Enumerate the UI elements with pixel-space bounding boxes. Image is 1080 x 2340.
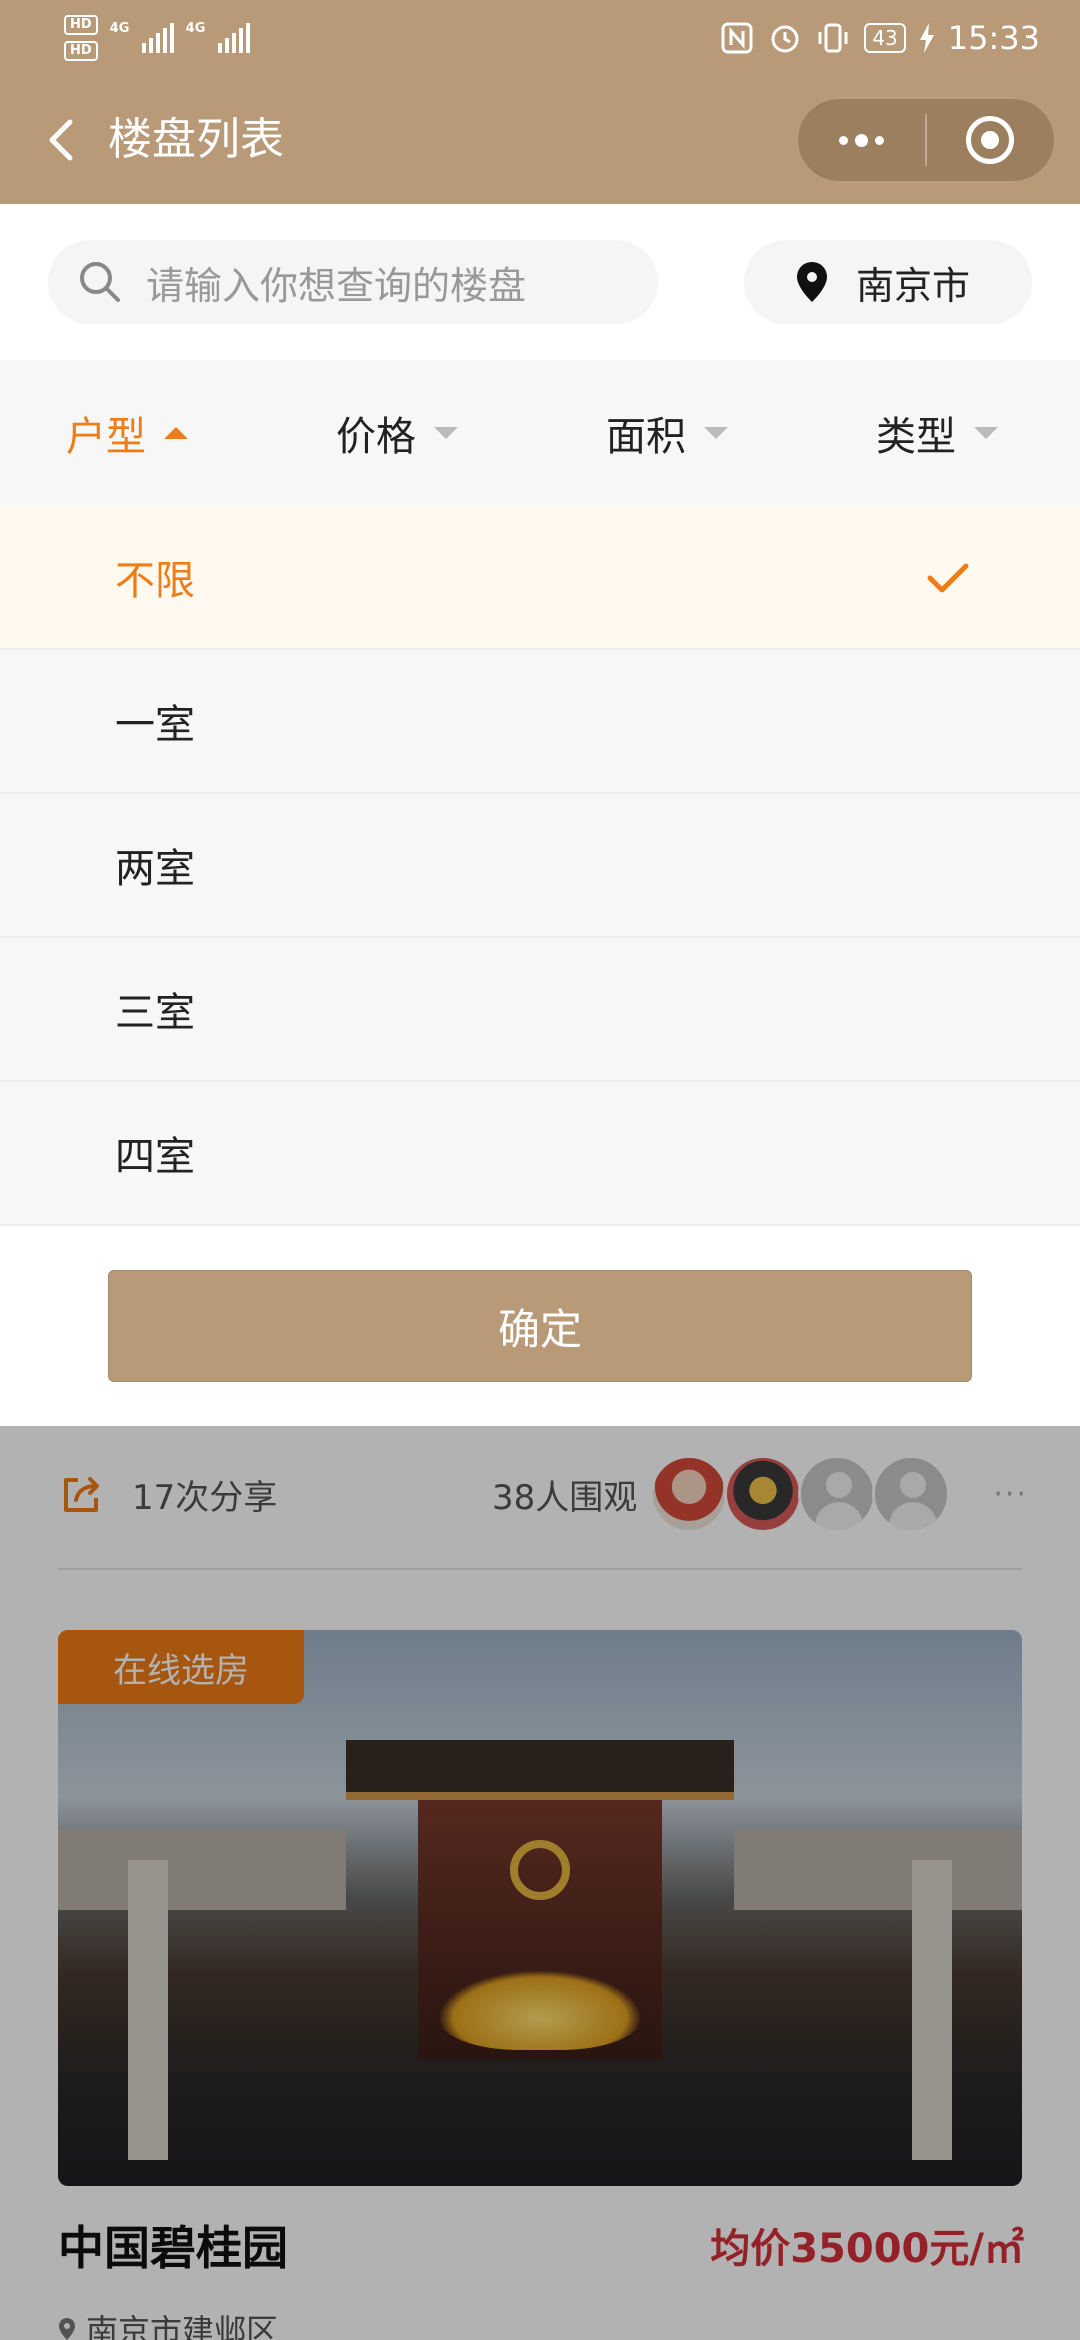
filter-tab-price[interactable]: 价格: [336, 360, 458, 506]
search-placeholder: 请输入你想查询的楼盘: [146, 263, 527, 308]
caret-up-icon: [164, 427, 188, 439]
hd-icon: HD: [64, 15, 98, 35]
option-one-room[interactable]: 一室: [0, 650, 1080, 794]
city-label: 南京市: [856, 263, 971, 308]
vibrate-icon: [818, 23, 848, 53]
option-label: 两室: [115, 846, 195, 892]
option-unlimited[interactable]: 不限: [0, 506, 1080, 650]
caret-down-icon: [434, 427, 458, 439]
nav-bar: 楼盘列表: [0, 76, 1080, 204]
check-icon: [927, 563, 969, 593]
filter-tab-label: 面积: [606, 414, 686, 460]
filter-tab-label: 类型: [876, 414, 956, 460]
nfc-icon: [721, 22, 753, 54]
hd-indicators: HD HD: [64, 15, 98, 61]
more-dots-icon: [839, 133, 884, 147]
search-input[interactable]: 请输入你想查询的楼盘: [48, 240, 658, 324]
more-button[interactable]: [798, 99, 925, 181]
confirm-area: 确定: [0, 1228, 1080, 1426]
filter-tab-label: 户型: [66, 414, 146, 460]
search-icon: [80, 262, 120, 302]
city-selector[interactable]: 南京市: [744, 240, 1032, 324]
filter-tab-label: 价格: [336, 414, 416, 460]
filter-bar: 户型 价格 面积 类型: [0, 360, 1080, 506]
option-three-room[interactable]: 三室: [0, 938, 1080, 1082]
alarm-icon: [771, 25, 799, 53]
signal-icon: 4G: [185, 21, 250, 53]
status-left: HD HD 4G 4G: [64, 8, 250, 68]
network-type: 4G: [185, 21, 206, 36]
option-label: 不限: [115, 558, 195, 604]
clock: 15:33: [947, 19, 1040, 57]
chevron-left-icon[interactable]: [36, 112, 92, 168]
filter-tab-type[interactable]: 类型: [876, 360, 998, 506]
option-two-room[interactable]: 两室: [0, 794, 1080, 938]
charging-icon: [919, 23, 934, 53]
option-four-room[interactable]: 四室: [0, 1082, 1080, 1226]
status-bar: HD HD 4G 4G 43 15:33: [0, 0, 1080, 76]
close-button[interactable]: [927, 99, 1054, 181]
room-options-list: 不限 一室 两室 三室 四室: [0, 506, 1080, 1226]
confirm-button[interactable]: 确定: [108, 1270, 972, 1382]
network-type: 4G: [109, 21, 130, 36]
option-label: 一室: [115, 702, 195, 748]
filter-tab-layout[interactable]: 户型: [66, 360, 188, 506]
target-icon: [966, 116, 1015, 164]
page-title: 楼盘列表: [108, 114, 284, 165]
option-label: 三室: [115, 990, 195, 1036]
filter-tab-area[interactable]: 面积: [606, 360, 728, 506]
search-row: 请输入你想查询的楼盘 南京市: [0, 204, 1080, 360]
caret-down-icon: [974, 427, 998, 439]
location-pin-icon: [797, 262, 827, 302]
signal-icon: 4G: [109, 21, 174, 53]
battery-icon: 43: [864, 23, 906, 53]
caret-down-icon: [704, 427, 728, 439]
dropdown-mask[interactable]: [0, 1426, 1080, 2340]
hd-icon: HD: [64, 41, 98, 61]
option-label: 四室: [115, 1134, 195, 1180]
status-right: 43 15:33: [720, 8, 1040, 68]
mini-program-capsule: [797, 98, 1055, 182]
